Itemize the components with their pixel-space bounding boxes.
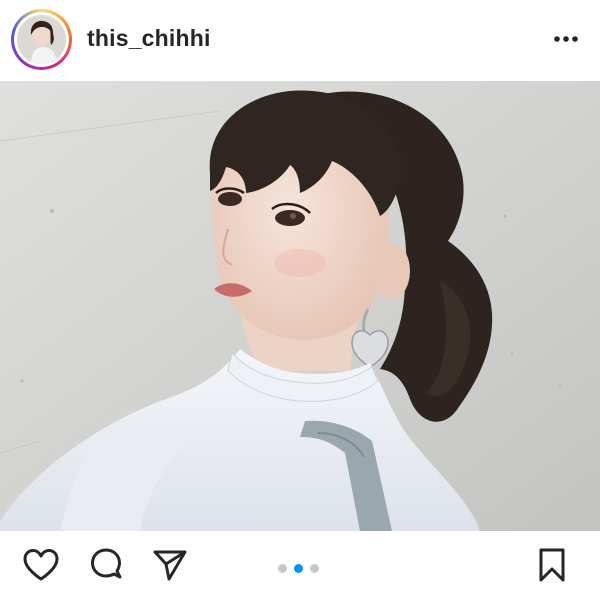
carousel-indicator <box>278 564 319 573</box>
carousel-dot <box>310 564 319 573</box>
post-photo-illustration <box>0 81 600 531</box>
bookmark-icon <box>539 548 565 582</box>
heart-icon <box>23 549 59 581</box>
send-icon <box>153 550 187 581</box>
avatar-border <box>14 12 69 67</box>
carousel-dot <box>278 564 287 573</box>
save-button[interactable] <box>532 545 572 585</box>
post-header: this_chihhi <box>0 0 600 80</box>
carousel-dot-active <box>294 564 303 573</box>
comment-icon <box>91 548 122 579</box>
post-image[interactable] <box>0 81 600 531</box>
avatar[interactable] <box>11 9 72 70</box>
username[interactable]: this_chihhi <box>87 25 211 52</box>
share-button[interactable] <box>150 545 190 585</box>
action-bar <box>0 531 600 590</box>
comment-button[interactable] <box>86 545 126 585</box>
like-button[interactable] <box>21 545 61 585</box>
avatar-portrait <box>17 15 66 64</box>
avatar-image <box>17 15 66 64</box>
more-options-button[interactable] <box>546 24 586 54</box>
more-horizontal-icon <box>554 36 578 42</box>
